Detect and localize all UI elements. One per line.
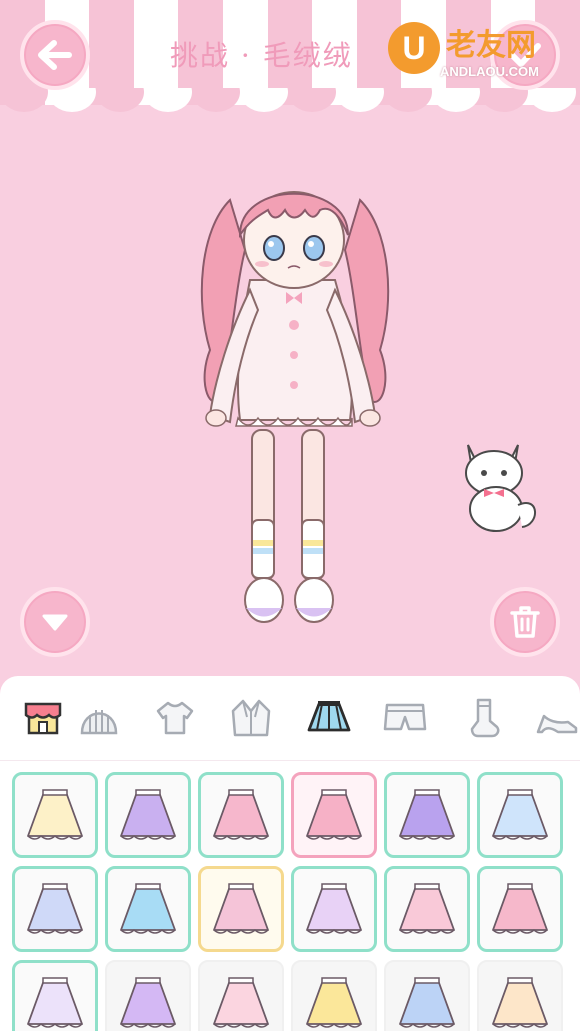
skirt-thumbnail (213, 883, 269, 934)
tab-shirt[interactable] (150, 694, 200, 742)
skirt-thumbnail (306, 883, 362, 934)
awning-scallop (432, 88, 480, 112)
skirt-thumbnail (399, 977, 455, 1028)
skirt-thumbnail (213, 789, 269, 840)
watermark-url: ANDLAOU.COM (440, 64, 539, 79)
page-title: 挑战 · 毛绒绒 (170, 39, 353, 72)
tab-shop[interactable] (18, 694, 68, 742)
awning-scallop (576, 88, 580, 104)
skirt-thumbnail (492, 883, 548, 934)
item-skirt-6[interactable] (477, 772, 563, 858)
wardrobe-panel (0, 676, 580, 1031)
item-skirt-9[interactable] (198, 866, 284, 952)
awning-scallop (336, 88, 384, 112)
item-skirt-17[interactable] (384, 960, 470, 1031)
skirt-thumbnail (27, 789, 83, 840)
pet-cat[interactable] (460, 435, 542, 535)
watermark-logo: U (388, 22, 440, 74)
awning-scallop (192, 88, 240, 112)
skirt-icon (307, 701, 351, 732)
item-skirt-10[interactable] (291, 866, 377, 952)
awning-scallop (528, 88, 576, 112)
shirt-icon (156, 701, 194, 735)
item-skirt-11[interactable] (384, 866, 470, 952)
skirt-thumbnail (492, 789, 548, 840)
shop-icon (24, 702, 62, 735)
jacket-icon (231, 699, 271, 737)
skirt-thumbnail (27, 883, 83, 934)
skirt-thumbnail (120, 789, 176, 840)
awning-scallop (48, 88, 96, 112)
skirt-thumbnail (120, 883, 176, 934)
tab-jacket[interactable] (226, 694, 276, 742)
item-skirt-8[interactable] (105, 866, 191, 952)
awning-scallop (288, 88, 336, 112)
tab-hat[interactable] (74, 694, 124, 742)
awning-scallop (144, 88, 192, 112)
shorts-icon (383, 703, 427, 731)
skirt-thumbnail (120, 977, 176, 1028)
skirt-thumbnail (399, 789, 455, 840)
skirt-thumbnail (213, 977, 269, 1028)
skirt-thumbnail (27, 977, 83, 1028)
remove-button[interactable] (490, 587, 560, 657)
item-skirt-14[interactable] (105, 960, 191, 1031)
high-heel-icon (536, 714, 578, 734)
item-skirt-18[interactable] (477, 960, 563, 1031)
skirt-thumbnail (306, 789, 362, 840)
tab-shoes[interactable] (532, 694, 580, 742)
awning-scallops (0, 88, 580, 112)
sock-icon (470, 698, 500, 738)
hat-icon (80, 710, 118, 735)
awning-scallop (480, 88, 528, 112)
collapse-button[interactable] (20, 587, 90, 657)
skirt-thumbnail (399, 883, 455, 934)
skirt-thumbnail (492, 977, 548, 1028)
item-skirt-16[interactable] (291, 960, 377, 1031)
category-tabs (0, 676, 580, 760)
awning-scallop (384, 88, 432, 112)
item-skirt-13[interactable] (12, 960, 98, 1031)
panel-separator (0, 760, 580, 761)
item-skirt-7[interactable] (12, 866, 98, 952)
awning-scallop (0, 88, 48, 112)
awning-scallop (240, 88, 288, 112)
awning-scallop (96, 88, 144, 112)
arrow-left-icon (38, 40, 72, 70)
item-skirt-5[interactable] (384, 772, 470, 858)
back-button[interactable] (20, 20, 90, 90)
item-skirt-15[interactable] (198, 960, 284, 1031)
item-skirt-1[interactable] (12, 772, 98, 858)
watermark-name: 老友网 (446, 28, 536, 63)
skirt-thumbnail (306, 977, 362, 1028)
triangle-down-icon (42, 614, 68, 631)
tab-shorts[interactable] (380, 694, 430, 742)
item-skirt-12[interactable] (477, 866, 563, 952)
tab-socks[interactable] (458, 694, 508, 742)
trash-icon (510, 606, 540, 638)
dress-up-character[interactable] (190, 160, 400, 635)
tab-skirt[interactable] (304, 694, 354, 742)
item-skirt-4[interactable] (291, 772, 377, 858)
item-skirt-2[interactable] (105, 772, 191, 858)
item-skirt-3[interactable] (198, 772, 284, 858)
watermark: U 老友网 ANDLAOU.COM (388, 18, 568, 84)
